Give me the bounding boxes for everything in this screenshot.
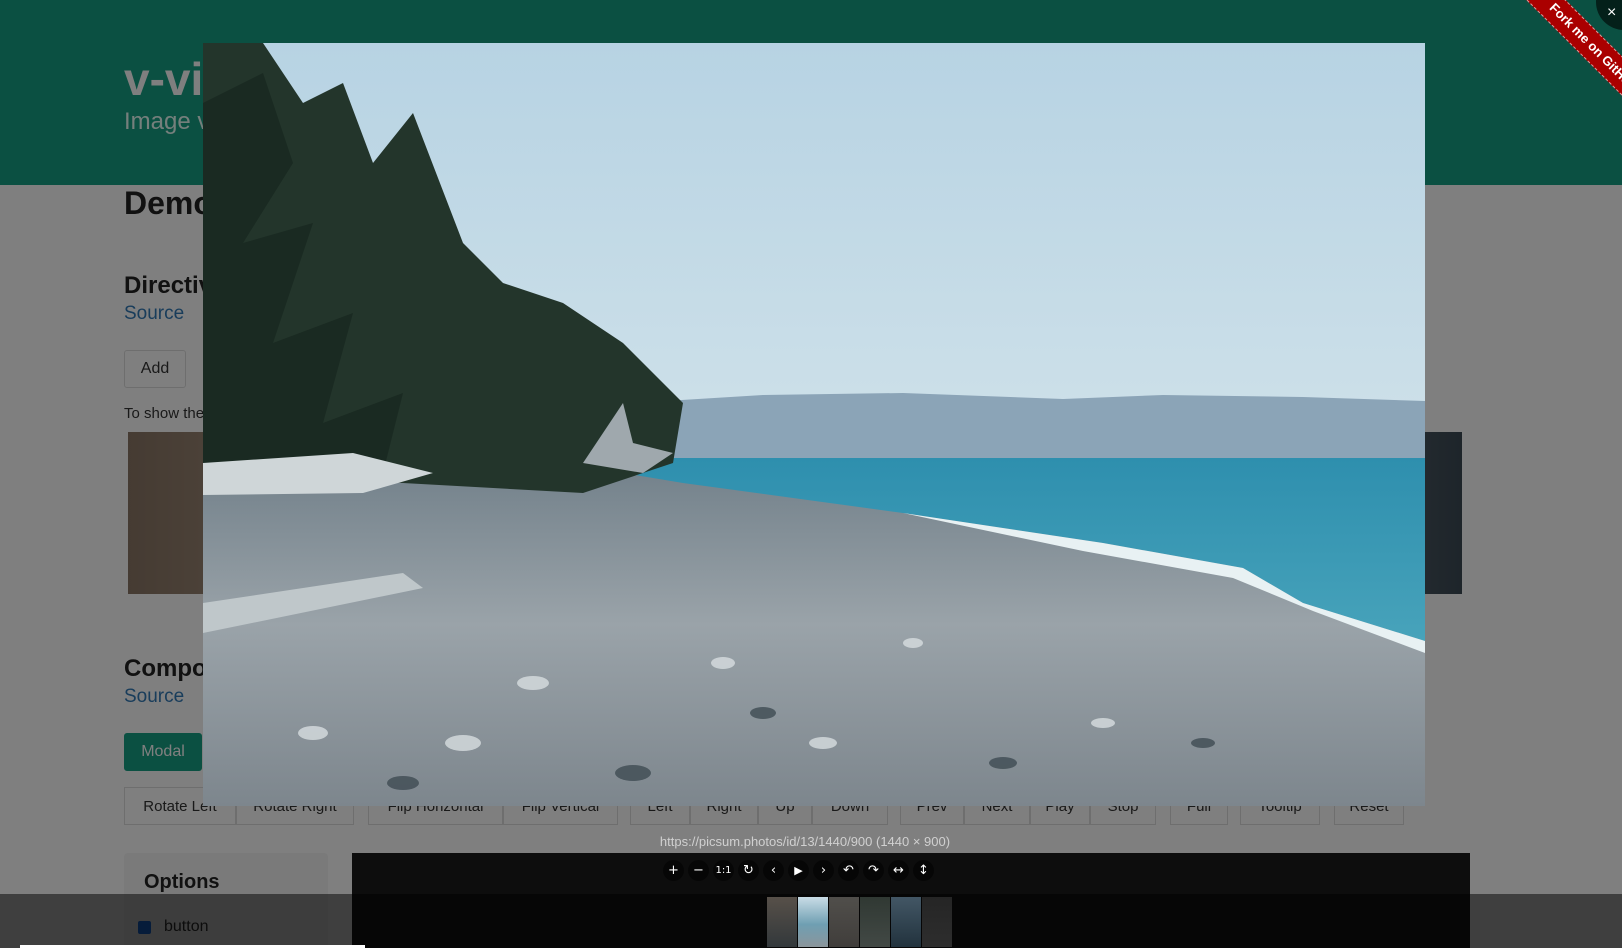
play-icon[interactable]: ▶ (788, 860, 809, 881)
reset-icon[interactable]: ↻ (738, 860, 759, 881)
viewer-caption: https://picsum.photos/id/13/1440/900 (14… (659, 834, 951, 849)
viewer-image[interactable] (203, 43, 1425, 806)
thumbnail-item[interactable] (829, 897, 859, 947)
flip-vertical-icon[interactable]: ↕ (913, 860, 934, 881)
thumbnail-item[interactable] (922, 897, 952, 947)
flip-horizontal-icon[interactable]: ↔ (888, 860, 909, 881)
close-icon: × (1607, 4, 1617, 21)
zoom-in-icon[interactable]: + (663, 860, 684, 881)
rotate-left-icon[interactable]: ↶ (838, 860, 859, 881)
thumbnail-item[interactable] (767, 897, 797, 947)
viewer-toolbar: + − 1:1 ↻ ‹ ▶ › ↶ ↷ ↔ ↕ (663, 860, 934, 881)
viewer-navbar (0, 894, 1622, 948)
one-to-one-icon[interactable]: 1:1 (713, 860, 734, 881)
thumbnail-item[interactable] (891, 897, 921, 947)
thumbnail-item[interactable] (860, 897, 890, 947)
thumbnail-item-active[interactable] (798, 897, 828, 947)
rotate-right-icon[interactable]: ↷ (863, 860, 884, 881)
prev-icon[interactable]: ‹ (763, 860, 784, 881)
next-icon[interactable]: › (813, 860, 834, 881)
zoom-out-icon[interactable]: − (688, 860, 709, 881)
